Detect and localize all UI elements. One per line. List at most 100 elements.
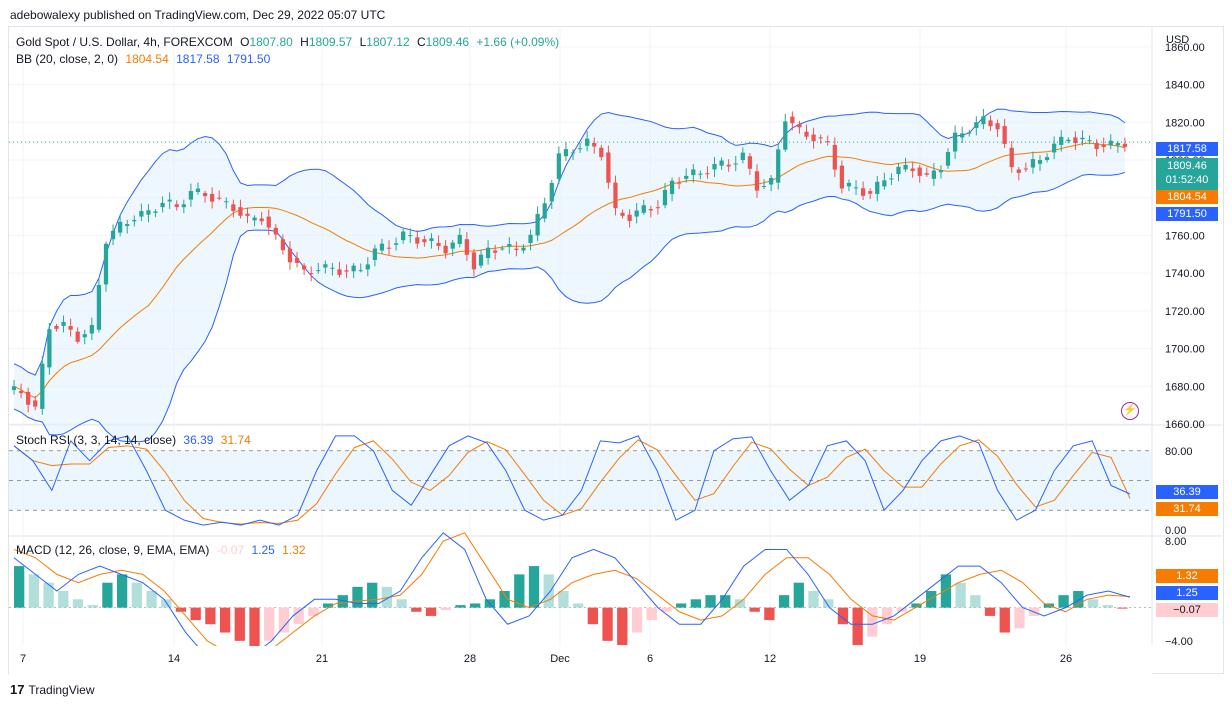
- macd-hist-bar: [543, 574, 554, 608]
- macd-label[interactable]: MACD (12, 26, close, 9, EMA, EMA): [16, 543, 209, 557]
- candle-body: [478, 254, 484, 266]
- x-tick-label: 26: [1060, 653, 1072, 665]
- macd-hist-bar: [1073, 591, 1084, 608]
- candle-body: [358, 270, 363, 272]
- macd-hist-bar: [396, 599, 407, 608]
- candle-body: [684, 175, 689, 179]
- close-value: 1809.46: [425, 35, 470, 49]
- candle-body: [485, 247, 491, 259]
- macd-hist-bar: [146, 591, 157, 608]
- candle-body: [188, 191, 194, 200]
- macd-y-tick-label: 8.00: [1165, 536, 1186, 548]
- stoch-d-value: 31.74: [220, 433, 251, 447]
- x-tick-label: Dec: [550, 653, 570, 665]
- macd-hist-bar: [749, 607, 760, 612]
- candle-body: [26, 391, 31, 405]
- footer-brand[interactable]: TradingView: [28, 683, 94, 697]
- candle-body: [917, 167, 922, 176]
- candle-body: [393, 243, 399, 245]
- macd-hist-bar: [528, 566, 540, 608]
- candle-body: [634, 210, 639, 217]
- change-value: +1.66 (+0.09%): [476, 35, 560, 49]
- bb-label[interactable]: BB (20, close, 2, 0): [16, 52, 118, 66]
- candle-body: [33, 400, 38, 407]
- candle-body: [259, 218, 264, 222]
- candle-body: [733, 163, 738, 165]
- candle-body: [924, 173, 929, 175]
- close-label: C: [417, 35, 426, 49]
- candle-body: [592, 143, 597, 147]
- candle-body: [132, 220, 137, 222]
- candle-body: [648, 209, 653, 211]
- candle-body: [1059, 136, 1064, 145]
- macd-hist-bar: [690, 599, 701, 608]
- candle-body: [769, 177, 774, 185]
- chart-canvas[interactable]: 7 14 21 28 Dec 6 12 19 26 1660.00 1680.00 1700.00 17…: [0, 0, 1232, 707]
- symbol-label[interactable]: Gold Spot / U.S. Dollar, 4h, FOREXCOM: [16, 35, 233, 49]
- candle-body: [294, 258, 300, 263]
- candle-body: [174, 204, 179, 207]
- macd-line-badge: 1.25: [1156, 586, 1218, 600]
- candle-body: [719, 160, 724, 166]
- candle-body: [287, 248, 293, 263]
- high-value: 1809.57: [308, 35, 353, 49]
- candle-body: [210, 193, 215, 202]
- macd-hist-bar: [205, 607, 216, 625]
- candle-body: [797, 124, 802, 128]
- macd-hist-bar: [720, 595, 731, 608]
- macd-hist-bar: [984, 607, 996, 616]
- candle-body: [945, 151, 951, 166]
- macd-hist-bar: [249, 607, 260, 650]
- candle-body: [705, 173, 710, 175]
- candle-body: [974, 122, 979, 128]
- macd-hist-bar: [1117, 607, 1128, 609]
- candle-body: [677, 182, 682, 184]
- candle-body: [330, 267, 335, 269]
- candle-body: [337, 269, 342, 275]
- candle-body: [811, 134, 816, 142]
- candle-body: [1052, 143, 1057, 153]
- candle-body: [280, 239, 286, 251]
- candle-body: [995, 123, 1000, 130]
- macd-hist-bar: [793, 582, 804, 608]
- candle-body: [372, 248, 377, 260]
- lightning-icon[interactable]: ⚡: [1121, 402, 1139, 420]
- stoch-k-value: 36.39: [183, 433, 214, 447]
- candle-body: [931, 170, 936, 179]
- candle-body: [493, 250, 498, 253]
- candle-body: [61, 321, 66, 326]
- candle-body: [181, 204, 186, 208]
- candle-body: [54, 325, 59, 329]
- stoch-y-tick-label: 80.00: [1165, 446, 1193, 458]
- macd-hist-bar: [72, 599, 84, 608]
- candle-body: [528, 234, 533, 243]
- candle-body: [273, 227, 278, 235]
- x-tick-label: 19: [914, 653, 926, 665]
- macd-hist-bar: [102, 582, 113, 608]
- stoch-label[interactable]: Stoch RSI (3, 3, 14, 14, close): [16, 433, 176, 447]
- candle-body: [386, 247, 392, 249]
- macd-hist-bar: [43, 582, 54, 608]
- candle-body: [1066, 139, 1071, 142]
- candle-body: [853, 187, 859, 189]
- candle-body: [1101, 144, 1106, 147]
- candle-body: [1037, 160, 1043, 164]
- candle-body: [761, 185, 767, 187]
- candle-body: [1080, 137, 1085, 140]
- candle-body: [500, 248, 505, 250]
- candle-body: [542, 203, 547, 219]
- candle-body: [266, 216, 271, 228]
- currency-label[interactable]: USD: [1166, 34, 1189, 46]
- candle-body: [238, 207, 243, 216]
- macd-signal-value: 1.32: [282, 543, 306, 557]
- candle-body: [96, 284, 102, 330]
- candle-body: [804, 131, 809, 137]
- macd-hist-bar: [881, 607, 893, 625]
- y-tick-label: 1680.00: [1165, 381, 1205, 393]
- candle-body: [938, 170, 944, 173]
- x-tick-label: 21: [316, 653, 328, 665]
- candle-body: [967, 132, 972, 134]
- x-tick-label: 6: [647, 653, 653, 665]
- tradingview-logo-icon: 17: [10, 682, 25, 697]
- candle-body: [217, 197, 222, 199]
